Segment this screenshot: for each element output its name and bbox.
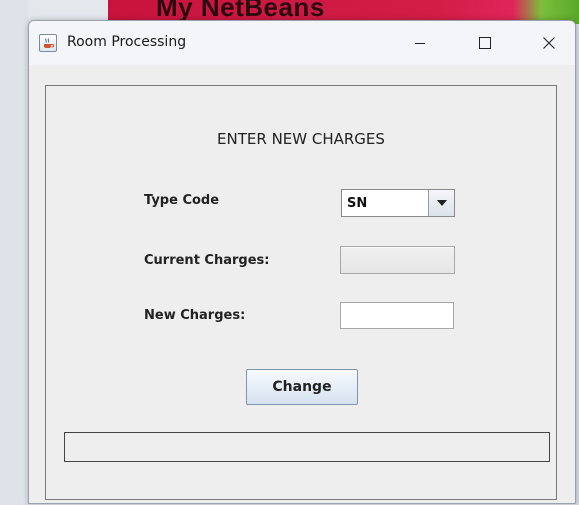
- title-bar[interactable]: Room Processing: [29, 21, 575, 65]
- type-code-label: Type Code: [144, 193, 220, 208]
- new-charges-label: New Charges:: [144, 308, 246, 323]
- change-button[interactable]: Change: [246, 369, 358, 405]
- window-title: Room Processing: [67, 34, 187, 50]
- new-charges-input[interactable]: [340, 302, 454, 329]
- java-coffee-icon: [39, 34, 57, 52]
- minimize-button[interactable]: [397, 21, 443, 65]
- close-icon: [543, 37, 555, 49]
- content-panel: ENTER NEW CHARGES Type Code SN Current C…: [45, 85, 557, 500]
- form-heading: ENTER NEW CHARGES: [217, 130, 385, 148]
- triangle-down-icon: [436, 200, 447, 206]
- type-code-dropdown[interactable]: SN: [341, 189, 455, 217]
- dropdown-arrow-button[interactable]: [428, 190, 454, 216]
- maximize-icon: [479, 37, 491, 49]
- maximize-button[interactable]: [462, 21, 508, 65]
- minimize-icon: [415, 43, 425, 44]
- current-charges-label: Current Charges:: [144, 253, 270, 268]
- room-processing-window: Room Processing ENTER NEW CHARGES Type C…: [28, 20, 576, 504]
- current-charges-field: [340, 246, 455, 274]
- desktop-background-left: [0, 0, 28, 505]
- status-box: [64, 432, 550, 462]
- close-button[interactable]: [526, 21, 572, 65]
- type-code-selected-value: SN: [347, 196, 368, 211]
